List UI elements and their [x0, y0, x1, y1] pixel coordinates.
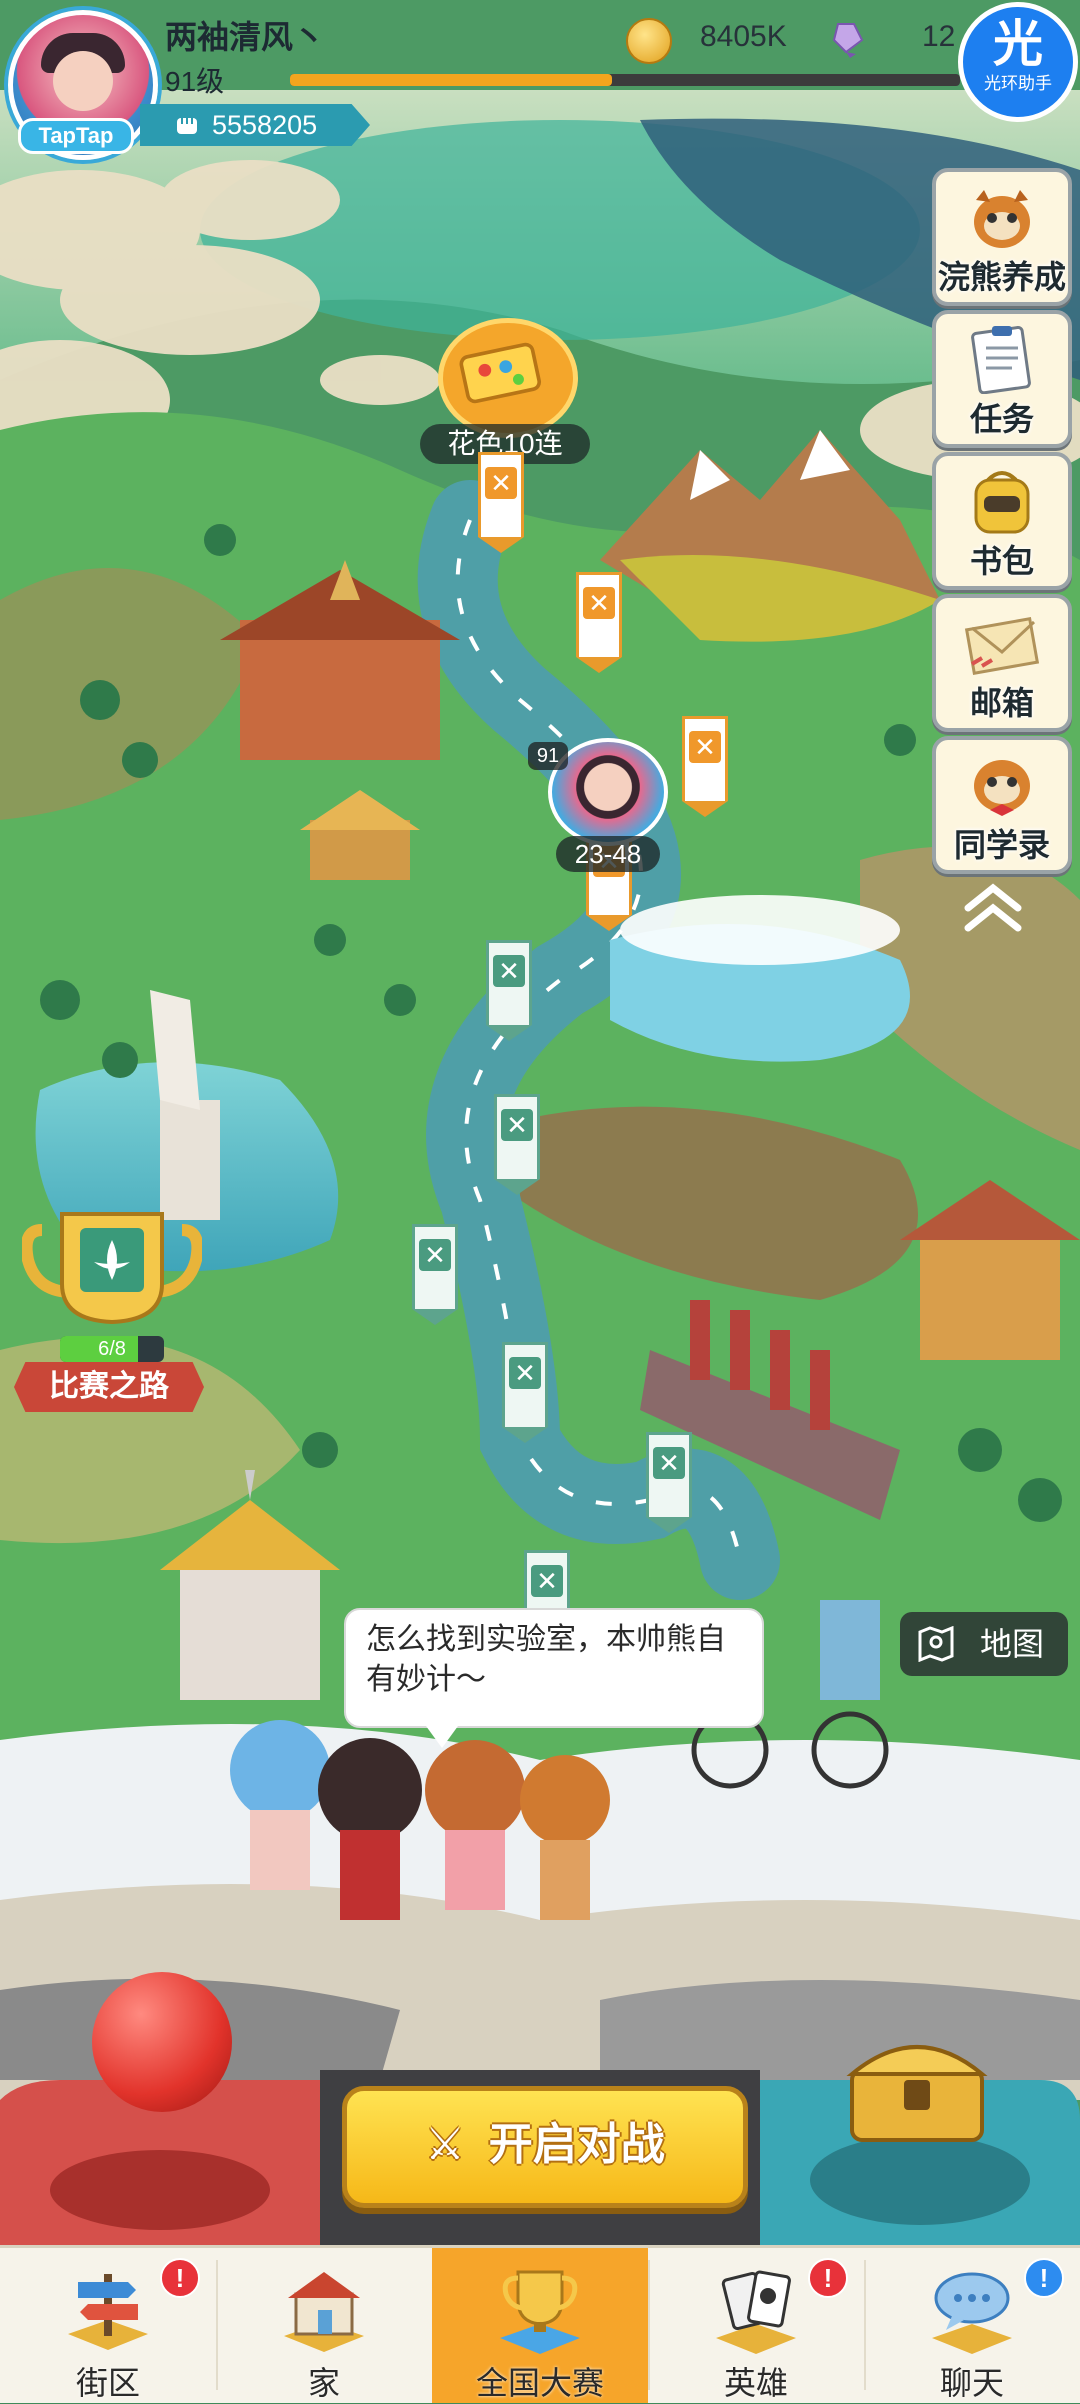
crossed-swords-icon: ✕ — [419, 1239, 451, 1271]
stage-flag[interactable]: ✕ — [412, 1224, 458, 1325]
crossed-swords-icon: ✕ — [583, 587, 615, 619]
envelope-icon — [964, 617, 1040, 675]
stage-flag-cleared[interactable]: ✕ — [478, 452, 524, 553]
map-button[interactable]: 地图 — [900, 1612, 1068, 1676]
stage-flag-cleared[interactable]: ✕ — [682, 716, 728, 817]
trophy-progress-text: 6/8 — [98, 1338, 126, 1360]
nav-item-chat[interactable]: 聊天 ! — [864, 2248, 1080, 2403]
treasure-chest-icon[interactable] — [842, 2030, 992, 2150]
player-name: 两袖清风丶 — [165, 19, 326, 55]
notification-badge: ! — [808, 2258, 848, 2298]
dialog-bubble[interactable]: 怎么找到实验室，本帅熊自有妙计～ — [344, 1608, 764, 1748]
map-button-label: 地图 — [980, 1626, 1045, 1662]
xp-bar — [290, 74, 960, 86]
start-battle-button[interactable]: ⚔ 开启对战 — [342, 2086, 748, 2208]
stage-flag[interactable]: ✕ — [494, 1094, 540, 1195]
taptap-logo: TapTap — [18, 118, 134, 154]
stage-flag[interactable]: ✕ — [646, 1432, 692, 1533]
power-badge: 5558205 — [140, 104, 370, 146]
backpack-icon — [974, 471, 1030, 534]
player-level: 91级 — [165, 66, 225, 97]
stage-flag[interactable]: ✕ — [502, 1342, 548, 1443]
signpost-icon — [68, 2274, 148, 2350]
notification-badge: ! — [160, 2258, 200, 2298]
side-button-mail-label: 邮箱 — [969, 685, 1034, 721]
chevron-up-icon[interactable] — [958, 878, 1028, 938]
nav-item-street[interactable]: 街区 ! — [0, 2248, 216, 2403]
chat-icon — [932, 2272, 1012, 2354]
avatar-face — [53, 51, 113, 111]
marker-level: 91 — [528, 742, 568, 770]
helper-badge[interactable]: 光 光环助手 — [958, 2, 1078, 122]
ticket-icon — [459, 342, 542, 404]
crossed-swords-icon: ✕ — [493, 955, 525, 987]
trophy-progress-bar: 6/8 — [60, 1336, 164, 1362]
nav-item-national-contest-label: 全国大赛 — [475, 2365, 604, 2401]
side-button-raccoon[interactable]: 浣熊养成 — [932, 168, 1072, 306]
gem-icon — [832, 23, 864, 58]
nav-item-home-label: 家 — [307, 2365, 340, 2401]
start-battle-label: 开启对战 — [488, 2120, 665, 2169]
helper-glyph: 光 — [993, 16, 1043, 72]
clipboard-icon — [971, 325, 1031, 394]
stage-flag-cleared[interactable]: ✕ — [576, 572, 622, 673]
side-button-classmates-label: 同学录 — [953, 827, 1050, 863]
nav-item-heroes-label: 英雄 — [723, 2365, 788, 2401]
crossed-swords-icon: ⚔ — [425, 2120, 465, 2169]
crossed-swords-icon: ✕ — [689, 731, 721, 763]
crossed-swords-icon: ✕ — [509, 1357, 541, 1389]
stage-flag[interactable]: ✕ — [486, 940, 532, 1041]
notification-badge: ! — [1024, 2258, 1064, 2298]
nav-item-street-label: 街区 — [75, 2365, 140, 2401]
raccoon-icon — [974, 190, 1030, 248]
marker-stage: 23-48 — [556, 836, 660, 872]
crossed-swords-icon: ✕ — [653, 1447, 685, 1479]
crossed-swords-icon: ✕ — [531, 1565, 563, 1597]
side-button-classmates[interactable]: 同学录 — [932, 736, 1072, 874]
coin-icon — [626, 18, 672, 64]
joystick-knob[interactable] — [92, 1972, 232, 2112]
bottom-nav: 街区 ! 家 全国大赛 英雄 ! 聊天 ! — [0, 2245, 1080, 2403]
side-button-backpack[interactable]: 书包 — [932, 452, 1072, 590]
event-ticket-icon[interactable] — [438, 318, 578, 438]
helper-label: 光环助手 — [984, 74, 1052, 93]
side-button-backpack-label: 书包 — [969, 543, 1034, 579]
cards-icon — [716, 2270, 796, 2354]
side-button-mail[interactable]: 邮箱 — [932, 594, 1072, 732]
power-value: 5558205 — [212, 110, 318, 140]
coin-value[interactable]: 8405K — [700, 20, 787, 54]
side-button-tasks-label: 任务 — [969, 401, 1034, 437]
trophy-icon — [500, 2270, 580, 2354]
map-icon — [918, 1626, 954, 1662]
nav-item-national-contest[interactable]: 全国大赛 — [432, 2248, 648, 2403]
gem-value[interactable]: 12 — [922, 20, 955, 54]
fist-icon — [177, 118, 197, 134]
side-button-tasks[interactable]: 任务 — [932, 310, 1072, 448]
nav-item-heroes[interactable]: 英雄 ! — [648, 2248, 864, 2403]
road-banner[interactable]: 比赛之路 — [14, 1362, 204, 1412]
nav-item-home[interactable]: 家 — [216, 2248, 432, 2403]
crossed-swords-icon: ✕ — [501, 1109, 533, 1141]
nav-item-chat-label: 聊天 — [939, 2365, 1004, 2401]
house-icon — [284, 2272, 364, 2352]
crossed-swords-icon: ✕ — [485, 467, 517, 499]
trophy-icon[interactable] — [22, 1210, 202, 1340]
raccoon-bowtie-icon — [974, 760, 1030, 816]
xp-bar-fill — [290, 74, 612, 86]
side-button-raccoon-label: 浣熊养成 — [937, 259, 1066, 295]
